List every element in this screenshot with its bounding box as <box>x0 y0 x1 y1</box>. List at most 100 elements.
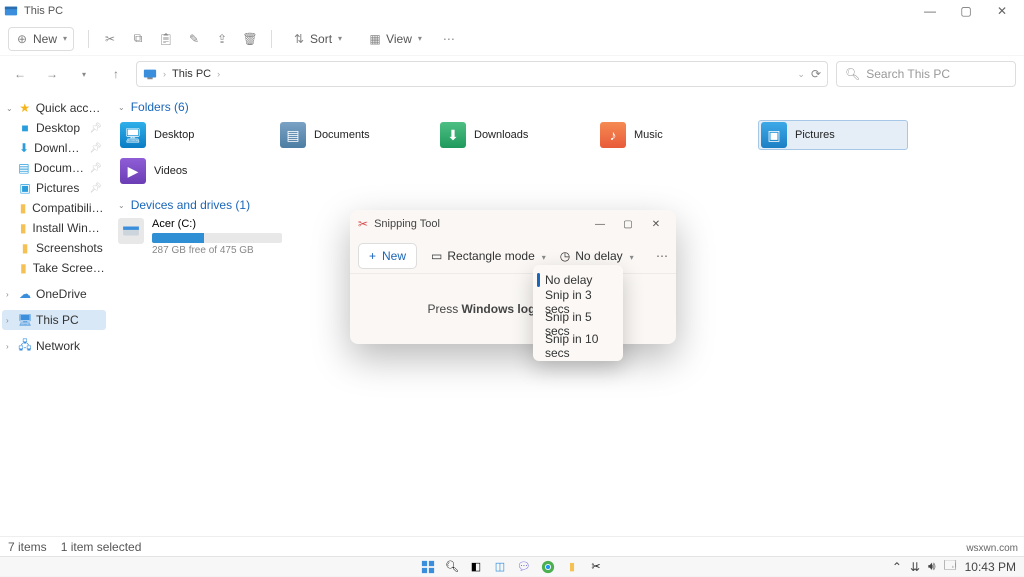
search-placeholder: Search This PC <box>866 67 950 81</box>
battery-icon[interactable]: 🗔 <box>944 556 957 577</box>
folder-music[interactable]: ♪Music <box>598 120 748 150</box>
snip-new-label: New <box>382 249 406 263</box>
close-button[interactable]: ✕ <box>984 0 1020 22</box>
task-view-icon[interactable]: ◧ <box>468 559 484 575</box>
breadcrumb[interactable]: This PC <box>172 68 211 80</box>
forward-button[interactable]: → <box>40 62 64 86</box>
snip-delay-button[interactable]: ◷ No delay <box>560 249 634 263</box>
view-label: View <box>386 32 412 46</box>
back-button[interactable]: ← <box>8 62 32 86</box>
snip-more-icon[interactable]: ⋯ <box>656 249 668 263</box>
snip-hint-pre: Press <box>428 302 462 316</box>
folder-desktop[interactable]: 🖥︎Desktop <box>118 120 268 150</box>
clock[interactable]: 10:43 PM <box>965 560 1016 574</box>
sidebar-item-take-screenshots[interactable]: ▮Take Screenshots <box>2 258 106 278</box>
chevron-down-icon[interactable]: ⌄ <box>797 69 805 80</box>
window-title: This PC <box>24 5 912 17</box>
folders-header-label: Folders (6) <box>131 100 189 114</box>
pictures-icon: ▣ <box>18 181 32 195</box>
refresh-icon[interactable]: ⟳ <box>811 67 821 81</box>
paste-icon[interactable]: 📋︎ <box>159 32 173 46</box>
rename-icon[interactable]: ✎ <box>187 32 201 46</box>
share-icon[interactable]: ⇪ <box>215 32 229 46</box>
sort-label: Sort <box>310 32 332 46</box>
delay-option-no-delay[interactable]: No delay <box>537 269 619 291</box>
pc-icon: 🖥︎ <box>18 313 32 327</box>
folder-downloads[interactable]: ⬇Downloads <box>438 120 588 150</box>
view-button[interactable]: ▦ View <box>362 28 428 50</box>
separator <box>271 30 272 48</box>
snipping-tool-icon[interactable]: ✂ <box>588 559 604 575</box>
chevron-right-icon: › <box>6 290 14 299</box>
drive-c[interactable]: Acer (C:) 287 GB free of 475 GB <box>118 218 358 256</box>
up-button[interactable]: ↑ <box>104 62 128 86</box>
snip-close-button[interactable]: ✕ <box>644 214 668 234</box>
sidebar-item-compat[interactable]: ▮Compatibility Mode <box>2 198 106 218</box>
folder-documents[interactable]: ▤Documents <box>278 120 428 150</box>
recent-button[interactable]: ▾ <box>72 62 96 86</box>
documents-icon: ▤ <box>280 122 306 148</box>
snip-mode-label: Rectangle mode <box>447 249 534 263</box>
nav-sidebar: ⌄ ★ Quick access ■Desktop📌︎ ⬇Downloads📌︎… <box>0 92 108 556</box>
sidebar-item-pictures[interactable]: ▣Pictures📌︎ <box>2 178 106 198</box>
snip-titlebar: ✂ Snipping Tool — ▢ ✕ <box>350 210 676 238</box>
sort-button[interactable]: ⇅ Sort <box>286 28 348 50</box>
chevron-right-icon: › <box>163 69 166 79</box>
status-bar: 7 items 1 item selected <box>0 536 1024 556</box>
more-icon[interactable]: ⋯ <box>442 32 456 46</box>
cut-icon[interactable]: ✂ <box>103 32 117 46</box>
address-bar[interactable]: › This PC › ⌄ ⟳ <box>136 61 828 87</box>
sort-icon: ⇅ <box>292 32 306 46</box>
pin-icon: 📌︎ <box>89 163 102 174</box>
downloads-icon: ⬇ <box>18 141 30 155</box>
new-button[interactable]: ⊕ New <box>8 27 74 51</box>
sidebar-item-downloads[interactable]: ⬇Downloads📌︎ <box>2 138 106 158</box>
folders-section-header[interactable]: ⌄ Folders (6) <box>118 100 1014 114</box>
chrome-icon[interactable] <box>540 559 556 575</box>
wifi-icon[interactable]: ⇊ <box>910 560 920 574</box>
search-input[interactable]: 🔍︎ Search This PC <box>836 61 1016 87</box>
sidebar-this-pc[interactable]: ›🖥︎This PC <box>2 310 106 330</box>
chevron-right-icon: › <box>217 69 220 79</box>
taskbar-search-icon[interactable]: 🔍︎ <box>444 559 460 575</box>
delay-option-10s[interactable]: Snip in 10 secs <box>537 335 619 357</box>
sidebar-network[interactable]: ›🖧Network <box>2 336 106 356</box>
snipping-tool-window: ✂ Snipping Tool — ▢ ✕ + New ▭ Rectangle … <box>350 210 676 344</box>
app-icon <box>4 4 18 18</box>
snip-new-button[interactable]: + New <box>358 243 417 269</box>
minimize-button[interactable]: — <box>912 0 948 22</box>
delete-icon[interactable]: 🗑︎ <box>243 32 257 46</box>
start-button[interactable] <box>420 559 436 575</box>
sidebar-item-documents[interactable]: ▤Documents📌︎ <box>2 158 106 178</box>
status-items: 7 items <box>8 540 47 554</box>
sidebar-item-desktop[interactable]: ■Desktop📌︎ <box>2 118 106 138</box>
folders-grid: 🖥︎Desktop ▤Documents ⬇Downloads ♪Music ▣… <box>118 120 1014 186</box>
sidebar-onedrive[interactable]: ›☁OneDrive <box>2 284 106 304</box>
network-icon: 🖧 <box>18 336 32 357</box>
music-icon: ♪ <box>600 122 626 148</box>
folder-pictures[interactable]: ▣Pictures <box>758 120 908 150</box>
snip-app-icon: ✂ <box>358 217 368 231</box>
snip-mode-button[interactable]: ▭ Rectangle mode <box>431 249 546 263</box>
explorer-icon[interactable]: ▮ <box>564 559 580 575</box>
chat-icon[interactable]: 💬︎ <box>516 559 532 575</box>
sidebar-item-install[interactable]: ▮Install Windows 11 <box>2 218 106 238</box>
snip-minimize-button[interactable]: — <box>588 214 612 234</box>
titlebar: This PC — ▢ ✕ <box>0 0 1024 22</box>
sidebar-quick-access[interactable]: ⌄ ★ Quick access <box>2 98 106 118</box>
status-selected: 1 item selected <box>61 540 142 554</box>
folder-icon: ▮ <box>18 261 29 275</box>
copy-icon[interactable]: ⧉ <box>131 32 145 46</box>
widgets-icon[interactable]: ◫ <box>492 559 508 575</box>
pin-icon: 📌︎ <box>89 183 102 194</box>
folder-videos[interactable]: ▶Videos <box>118 156 268 186</box>
separator <box>88 30 89 48</box>
snip-maximize-button[interactable]: ▢ <box>616 214 640 234</box>
volume-icon[interactable]: 🔊︎ <box>928 559 936 574</box>
chevron-down-icon: ⌄ <box>118 201 125 210</box>
sidebar-item-screenshots[interactable]: ▮Screenshots <box>2 238 106 258</box>
drive-icon <box>118 218 144 244</box>
snip-title: Snipping Tool <box>374 218 582 230</box>
tray-arrow-icon[interactable]: ⌃ <box>892 560 902 574</box>
maximize-button[interactable]: ▢ <box>948 0 984 22</box>
